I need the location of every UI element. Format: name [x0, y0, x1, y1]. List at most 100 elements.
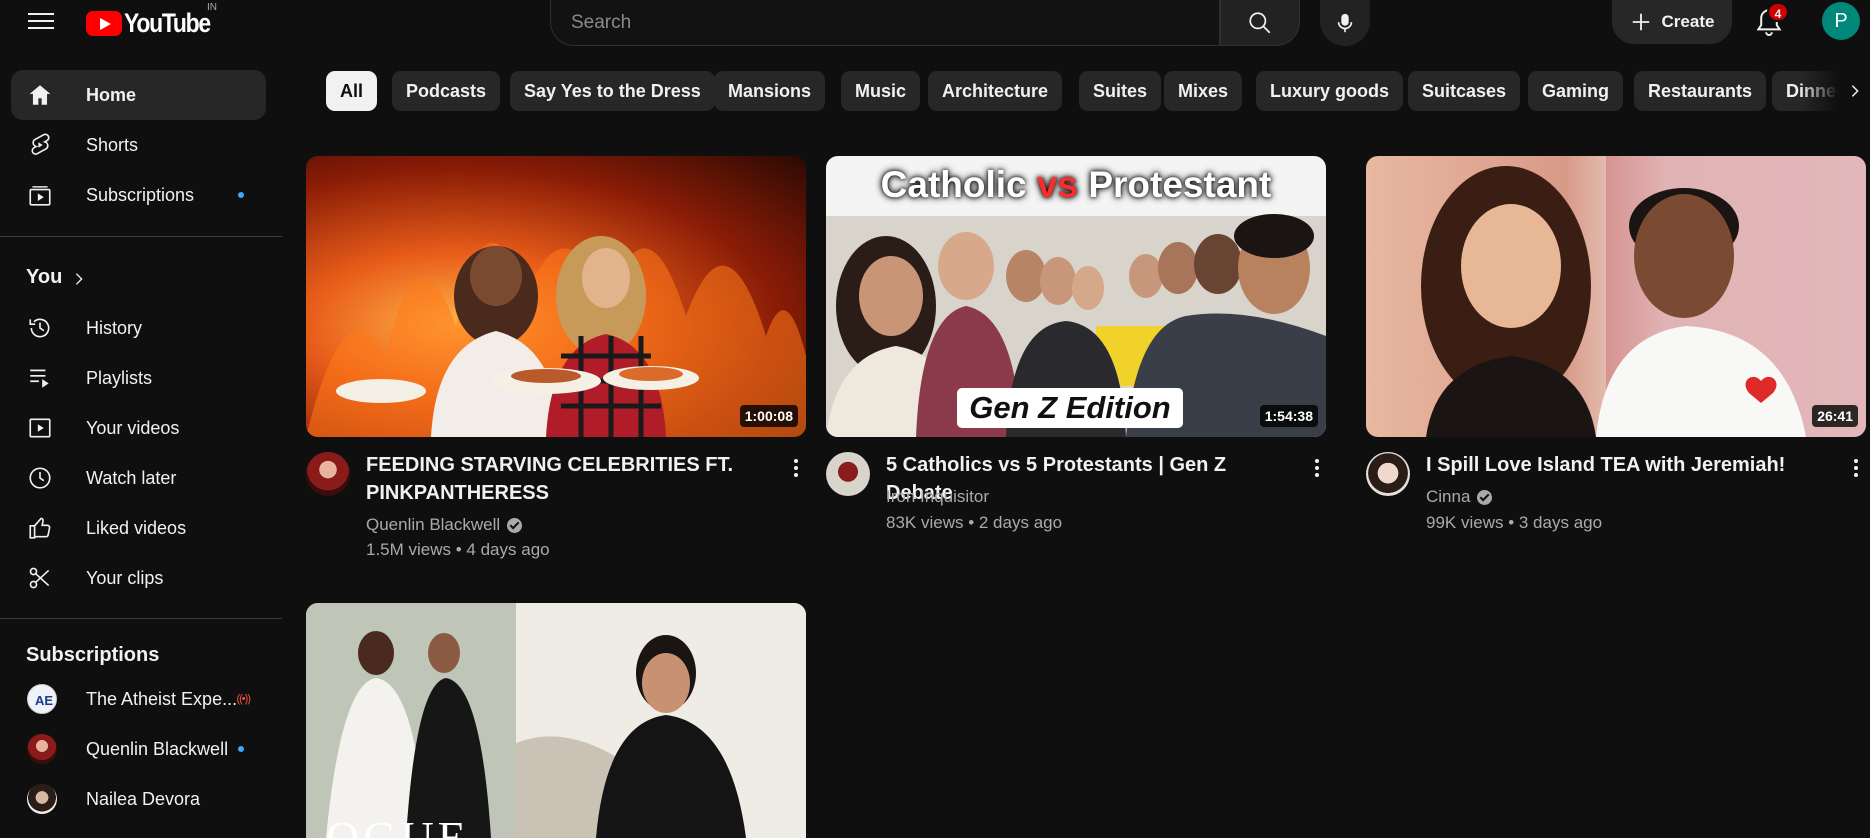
logo-text: YouTube: [124, 8, 211, 38]
sidebar-divider: [0, 618, 282, 619]
sidebar-item-label: Subscriptions: [86, 184, 195, 205]
chip-say-yes-to-the-dress[interactable]: Say Yes to the Dress: [510, 71, 715, 111]
create-button[interactable]: Create: [1612, 0, 1732, 44]
thumbs-up-icon: [29, 517, 51, 539]
video-menu-button[interactable]: [1307, 454, 1327, 482]
verified-badge-icon: [507, 517, 523, 533]
search-input[interactable]: [551, 0, 1219, 45]
channel-avatar[interactable]: [1366, 452, 1410, 496]
video-menu-button[interactable]: [786, 454, 806, 482]
you-section-link[interactable]: You: [11, 256, 266, 300]
video-thumbnail[interactable]: 26:41: [1366, 156, 1866, 437]
you-heading: You: [26, 266, 63, 288]
channel-name: Iron Inquisitor: [886, 487, 989, 506]
video-title[interactable]: I Spill Love Island TEA with Jeremiah!: [1426, 451, 1836, 479]
search-icon: [1249, 11, 1271, 33]
chip-mansions[interactable]: Mansions: [714, 71, 826, 111]
sidebar-item-label: Your videos: [86, 417, 180, 438]
history-icon: [29, 318, 50, 338]
sidebar-item-label: Nailea Devora: [86, 788, 201, 809]
sidebar-item-label: Quenlin Blackwell: [86, 738, 229, 759]
video-thumbnail[interactable]: 1:00:08: [306, 156, 806, 437]
video-title[interactable]: FEEDING STARVING CELEBRITIES FT. PINKPAN…: [366, 451, 766, 507]
channel-name: Quenlin Blackwell: [366, 515, 501, 534]
sidebar-item-shorts[interactable]: Shorts: [11, 120, 266, 170]
video-menu-button[interactable]: [1846, 454, 1866, 482]
sidebar-item-watch-later[interactable]: Watch later: [11, 453, 266, 503]
category-chips: All Podcasts Say Yes to the Dress Mansio…: [326, 71, 1870, 111]
new-content-dot: [238, 192, 244, 198]
chevron-right-icon: [75, 273, 83, 285]
search-button[interactable]: [1220, 0, 1300, 46]
new-content-dot: [238, 746, 244, 752]
sidebar-item-subscriptions[interactable]: Subscriptions: [11, 170, 266, 220]
chevron-right-icon: [1851, 85, 1859, 97]
sidebar-item-your-videos[interactable]: Your videos: [11, 403, 266, 453]
video-meta: 1.5M views • 4 days ago: [366, 540, 550, 559]
chip-architecture[interactable]: Architecture: [928, 71, 1063, 111]
voice-search-button[interactable]: [1320, 0, 1370, 46]
subscription-channel[interactable]: Quenlin Blackwell: [11, 724, 266, 774]
atheist-experience-logo: AE: [35, 693, 53, 708]
chip-gaming[interactable]: Gaming: [1528, 71, 1624, 111]
subscription-channel[interactable]: AE The Atheist Expe... ((•)): [11, 674, 266, 724]
sidebar-item-home[interactable]: Home: [11, 70, 266, 120]
sidebar-item-label: Liked videos: [86, 517, 187, 538]
channel-avatar[interactable]: [306, 452, 350, 496]
sidebar-item-label: Home: [86, 84, 137, 105]
chip-podcasts[interactable]: Podcasts: [392, 71, 501, 111]
video-meta: 83K views • 2 days ago: [886, 513, 1063, 532]
video-title-line: I Spill Love Island TEA with Jeremiah!: [1426, 454, 1786, 476]
thumbnail-subtitle: Gen Z Edition: [957, 388, 1183, 428]
plus-icon: [1632, 13, 1649, 31]
thumbnail-headline: Catholic vs Protestant: [826, 164, 1326, 206]
top-bar: YouTube IN Create 4 P: [0, 0, 1870, 46]
youtube-logo[interactable]: YouTube IN: [86, 2, 225, 39]
sidebar-item-label: History: [86, 317, 143, 338]
channel-avatar: AE: [27, 684, 57, 714]
account-avatar[interactable]: P: [1822, 2, 1860, 40]
thumbnail-image: [1421, 156, 1866, 437]
thumbnail-vogue-text: OGUE: [326, 812, 470, 838]
channel-name-link[interactable]: Quenlin Blackwell: [366, 515, 523, 535]
chips-next-button[interactable]: [1840, 74, 1870, 108]
notification-count-badge: 4: [1767, 2, 1789, 22]
chip-restaurants[interactable]: Restaurants: [1634, 71, 1767, 111]
chip-music[interactable]: Music: [841, 71, 921, 111]
sidebar-item-label: Your clips: [86, 567, 164, 588]
scissors-icon: [29, 567, 50, 589]
subscription-channel[interactable]: Nailea Devora: [11, 774, 266, 824]
hamburger-menu-icon[interactable]: [26, 9, 56, 33]
home-icon: [29, 85, 51, 105]
channel-name: Cinna: [1426, 487, 1471, 506]
chip-mixes[interactable]: Mixes: [1164, 71, 1243, 111]
sidebar-item-history[interactable]: History: [11, 303, 266, 353]
create-label: Create: [1661, 12, 1715, 31]
video-thumbnail[interactable]: OGUE: [306, 603, 806, 838]
video-title-line: PINKPANTHERESS: [366, 482, 549, 504]
sidebar-item-liked-videos[interactable]: Liked videos: [11, 503, 266, 553]
sidebar-item-label: The Atheist Expe...: [86, 688, 238, 709]
live-broadcast-icon: ((•)): [236, 693, 250, 705]
channel-name-link[interactable]: Iron Inquisitor: [886, 487, 989, 507]
sidebar-item-label: Playlists: [86, 367, 153, 388]
channel-avatar[interactable]: [826, 452, 870, 496]
sidebar-item-playlists[interactable]: Playlists: [11, 353, 266, 403]
channel-avatar: [27, 784, 57, 814]
thumbnail-image: [306, 603, 806, 838]
video-meta: 99K views • 3 days ago: [1426, 513, 1603, 532]
subscriptions-heading: Subscriptions: [26, 644, 160, 666]
sidebar-item-label: Watch later: [86, 467, 177, 488]
youtube-play-icon: [86, 11, 122, 36]
channel-name-link[interactable]: Cinna: [1426, 487, 1493, 507]
sidebar-item-your-clips[interactable]: Your clips: [11, 553, 266, 603]
verified-badge-icon: [1477, 489, 1493, 505]
chip-all[interactable]: All: [326, 71, 378, 111]
search-box: [550, 0, 1220, 46]
chip-suites[interactable]: Suites: [1079, 71, 1162, 111]
thumbnail-text-vs: vs: [1036, 164, 1079, 205]
shorts-icon: [31, 133, 50, 155]
video-thumbnail[interactable]: Catholic vs Protestant Gen Z Edition 1:5…: [826, 156, 1326, 437]
chip-luxury-goods[interactable]: Luxury goods: [1256, 71, 1404, 111]
chip-suitcases[interactable]: Suitcases: [1408, 71, 1521, 111]
